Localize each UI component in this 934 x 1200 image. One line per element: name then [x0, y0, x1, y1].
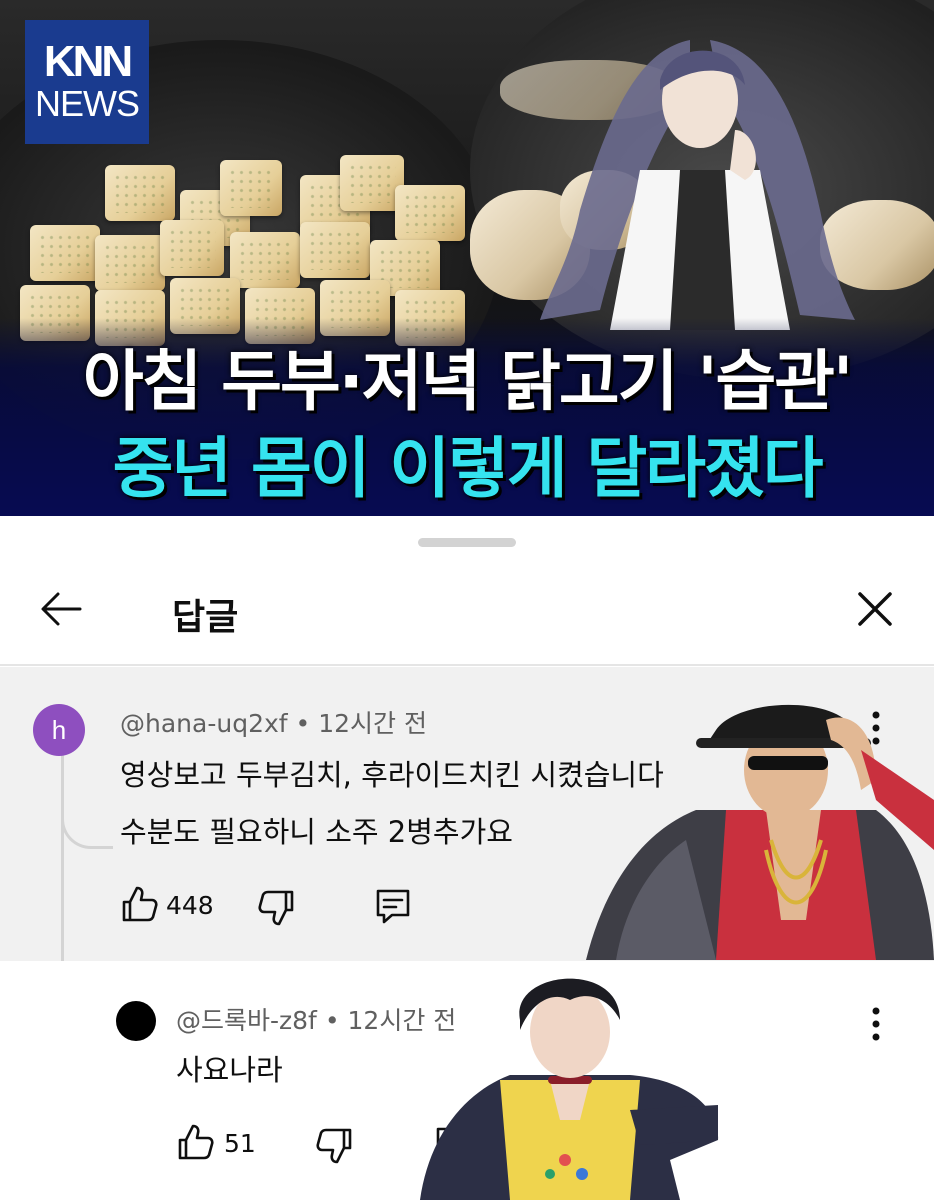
comment-author[interactable]: @hana-uq2xf	[120, 709, 288, 738]
close-icon	[858, 592, 892, 626]
back-button[interactable]	[36, 584, 86, 634]
close-button[interactable]	[852, 586, 898, 632]
tofu-cube	[230, 232, 300, 288]
tofu-cube	[160, 220, 224, 276]
comment-author[interactable]: @드록바-z8f	[176, 1006, 317, 1035]
comment-time: 12시간 전	[347, 1006, 457, 1035]
reply-comment: @드록바-z8f • 12시간 전 사요나라 51	[0, 961, 934, 1200]
headline-line-1: 아침 두부·저녁 닭고기 '습관'	[82, 343, 853, 420]
tofu-cube	[30, 225, 100, 281]
news-thumbnail: KNN NEWS 아침 두부·저녁 닭고기 '습관' 중년 몸이 이렇게 달라졌…	[0, 0, 934, 516]
back-arrow-icon	[41, 592, 82, 626]
thread-line	[61, 747, 64, 977]
tofu-cube	[105, 165, 175, 221]
parent-comment: h @hana-uq2xf • 12시간 전 영상보고 두부김치, 후라이드치킨…	[0, 667, 934, 977]
tofu-cube	[95, 235, 165, 291]
reply-icon[interactable]	[372, 885, 414, 927]
avatar[interactable]	[116, 1001, 156, 1041]
like-count: 448	[166, 891, 214, 920]
logo-bottom-text: NEWS	[35, 83, 140, 125]
avatar[interactable]: h	[33, 704, 85, 756]
meta-separator: •	[295, 709, 311, 738]
knn-news-logo: KNN NEWS	[25, 20, 149, 144]
meta-separator: •	[324, 1006, 340, 1035]
tofu-cube	[395, 185, 465, 241]
reply-icon[interactable]	[432, 1123, 474, 1165]
tofu-cube	[300, 222, 370, 278]
comment-text: 사요나라	[176, 1053, 283, 1087]
tofu-cube	[220, 160, 282, 216]
like-count: 51	[224, 1129, 256, 1158]
replies-sheet: 답글 h @hana-uq2xf • 12시간 전 영상보고 두부김치, 후라이…	[0, 516, 934, 1200]
sheet-title: 답글	[172, 597, 239, 638]
headline-line-2: 중년 몸이 이렇게 달라졌다	[112, 430, 824, 507]
more-options-icon[interactable]	[866, 1003, 886, 1045]
comment-time: 12시간 전	[318, 709, 427, 738]
sheet-header: 답글	[0, 556, 934, 666]
dislike-icon[interactable]	[256, 887, 298, 929]
logo-top-text: KNN	[43, 37, 133, 87]
dislike-icon[interactable]	[314, 1125, 356, 1167]
comment-meta: @hana-uq2xf • 12시간 전	[120, 704, 427, 740]
comment-text-line-1: 영상보고 두부김치, 후라이드치킨 시켰습니다	[120, 758, 664, 792]
like-icon[interactable]	[174, 1121, 216, 1163]
comment-text-line-2: 수분도 필요하니 소주 2병추가요	[120, 815, 513, 849]
anime-character-white-coat	[540, 40, 855, 330]
drag-handle[interactable]	[418, 538, 516, 547]
like-icon[interactable]	[118, 883, 160, 925]
more-options-icon[interactable]	[866, 707, 886, 749]
avatar-letter: h	[51, 714, 67, 745]
comment-meta: @드록바-z8f • 12시간 전	[176, 1001, 456, 1037]
